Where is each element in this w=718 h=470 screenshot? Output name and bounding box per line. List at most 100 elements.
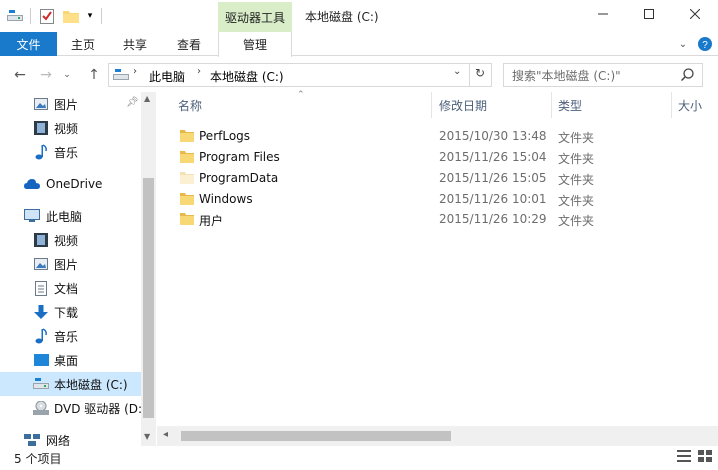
- close-icon: [689, 7, 701, 23]
- file-type: 文件夹: [558, 152, 595, 166]
- nav-item-music[interactable]: 音乐: [0, 324, 141, 348]
- file-date: 2015/11/26 15:04: [439, 150, 547, 164]
- folder-icon: [180, 130, 194, 142]
- table-row[interactable]: Program Files 2015/11/26 15:04 文件夹: [157, 147, 718, 168]
- pictures-icon: [33, 96, 49, 112]
- search-box[interactable]: 搜索"本地磁盘 (C:)": [503, 63, 703, 87]
- horizontal-scroll-thumb[interactable]: [181, 431, 451, 441]
- table-row[interactable]: Windows 2015/11/26 10:01 文件夹: [157, 189, 718, 210]
- pin-icon[interactable]: 📌︎: [126, 97, 139, 108]
- breadcrumb-local-disk[interactable]: 本地磁盘 (C:): [210, 68, 284, 85]
- expand-ribbon-icon[interactable]: ⌄: [676, 32, 690, 56]
- search-placeholder: 搜索"本地磁盘 (C:)": [512, 68, 621, 83]
- scroll-down-arrow-icon[interactable]: ▼: [144, 432, 150, 441]
- nav-item-documents[interactable]: 文档: [0, 276, 141, 300]
- navigation-vertical-scrollbar[interactable]: ▲ ▼: [141, 92, 156, 446]
- nav-item-pictures[interactable]: 图片: [0, 252, 141, 276]
- network-icon: [24, 432, 40, 446]
- nav-item-music-quick[interactable]: 音乐: [0, 140, 141, 164]
- nav-item-local-disk-c[interactable]: 本地磁盘 (C:): [0, 372, 141, 396]
- scroll-up-arrow-icon[interactable]: ▲: [144, 94, 150, 103]
- customize-toolbar-icon[interactable]: ▾: [84, 8, 96, 24]
- column-separator[interactable]: [671, 92, 672, 118]
- item-count: 5 个项目: [14, 452, 62, 466]
- videos-icon: [33, 232, 49, 248]
- close-button[interactable]: [672, 0, 718, 30]
- refresh-icon[interactable]: ↻: [475, 66, 485, 80]
- details-view-icon: [677, 449, 691, 465]
- drive-tools-context-tab: 驱动器工具: [218, 2, 292, 32]
- scroll-left-arrow-icon[interactable]: ◂: [163, 429, 168, 440]
- breadcrumb-chevron-icon[interactable]: ›: [133, 66, 137, 77]
- back-button[interactable]: ←: [10, 65, 30, 85]
- maximize-icon: [644, 7, 654, 23]
- nav-item-network[interactable]: 网络: [0, 428, 141, 446]
- tab-manage[interactable]: 管理: [218, 32, 292, 57]
- up-arrow-icon: ↑: [88, 67, 100, 83]
- table-row[interactable]: 用户 2015/11/26 10:29 文件夹: [157, 209, 718, 230]
- videos-icon: [33, 120, 49, 136]
- address-dropdown-icon[interactable]: ⌄: [453, 66, 461, 77]
- table-row[interactable]: PerfLogs 2015/10/30 13:48 文件夹: [157, 126, 718, 147]
- table-row[interactable]: ProgramData 2015/11/26 15:05 文件夹: [157, 168, 718, 189]
- title-separator: [101, 8, 102, 24]
- recent-locations-button[interactable]: ⌄: [60, 65, 74, 85]
- file-name: ProgramData: [199, 171, 279, 185]
- folder-icon: [180, 213, 194, 225]
- this-pc-address-icon: [113, 69, 129, 84]
- nav-item-desktop[interactable]: 桌面: [0, 348, 141, 372]
- file-name: Program Files: [199, 150, 280, 164]
- column-date-header[interactable]: 修改日期: [439, 92, 487, 118]
- nav-item-onedrive[interactable]: OneDrive: [0, 172, 141, 196]
- dvd-drive-icon: [33, 400, 49, 416]
- address-row: ← → ⌄ ↑ › 此电脑 › 本地磁盘 (C:) ⌄ ↻ 搜索"本地磁盘 (C…: [0, 57, 718, 91]
- documents-icon: [33, 280, 49, 296]
- forward-button[interactable]: →: [36, 65, 56, 85]
- file-name: PerfLogs: [199, 129, 251, 143]
- tab-home[interactable]: 主页: [57, 32, 109, 56]
- folder-icon: [180, 151, 194, 163]
- nav-item-videos-quick[interactable]: 视频: [0, 116, 141, 140]
- details-view-button[interactable]: [676, 449, 692, 465]
- nav-item-videos[interactable]: 视频: [0, 228, 141, 252]
- minimize-button[interactable]: [580, 0, 626, 30]
- file-date: 2015/10/30 13:48: [439, 129, 547, 143]
- tab-share[interactable]: 共享: [109, 32, 161, 56]
- column-type-header[interactable]: 类型: [558, 92, 582, 118]
- column-name-header[interactable]: 名称: [178, 92, 202, 118]
- maximize-button[interactable]: [626, 0, 672, 30]
- nav-item-this-pc[interactable]: 此电脑: [0, 204, 141, 228]
- this-pc-icon: [24, 208, 40, 224]
- navigation-scroll-thumb[interactable]: [143, 178, 154, 418]
- search-icon[interactable]: [680, 68, 694, 84]
- nav-item-dvd-drive[interactable]: DVD 驱动器 (D:: [0, 396, 141, 420]
- column-separator[interactable]: [551, 92, 552, 118]
- address-bar[interactable]: › 此电脑 › 本地磁盘 (C:) ⌄ ↻: [108, 63, 492, 87]
- column-size-header[interactable]: 大小: [678, 92, 702, 118]
- breadcrumb-chevron-icon[interactable]: ›: [197, 66, 201, 77]
- column-separator[interactable]: [431, 92, 432, 118]
- up-button[interactable]: ↑: [84, 65, 104, 85]
- nav-item-pictures-quick[interactable]: 图片 📌︎: [0, 92, 141, 116]
- file-name: Windows: [199, 192, 253, 206]
- content-horizontal-scrollbar[interactable]: ◂: [157, 426, 718, 446]
- properties-icon[interactable]: [38, 8, 56, 24]
- drive-icon[interactable]: [6, 8, 24, 24]
- status-bar: 5 个项目: [0, 446, 718, 470]
- breadcrumb-this-pc[interactable]: 此电脑: [149, 68, 185, 85]
- local-disk-icon: [33, 376, 49, 392]
- tab-file[interactable]: 文件: [0, 32, 57, 56]
- tab-view[interactable]: 查看: [161, 32, 217, 56]
- navigation-pane: 图片 📌︎ 视频 音乐 OneDrive 此电脑 视频 图片 文档 下载 音乐 …: [0, 92, 156, 446]
- onedrive-icon: [24, 176, 40, 192]
- desktop-icon: [33, 352, 49, 368]
- quick-access-separator: [30, 8, 31, 24]
- nav-item-downloads[interactable]: 下载: [0, 300, 141, 324]
- file-type: 文件夹: [558, 173, 595, 187]
- new-folder-icon[interactable]: [62, 8, 80, 24]
- title-bar: ▾ 驱动器工具 本地磁盘 (C:): [0, 0, 718, 32]
- help-icon[interactable]: ?: [697, 32, 713, 56]
- forward-arrow-icon: →: [40, 67, 52, 83]
- large-icons-view-button[interactable]: [697, 449, 713, 465]
- chevron-down-icon: ⌄: [63, 70, 71, 80]
